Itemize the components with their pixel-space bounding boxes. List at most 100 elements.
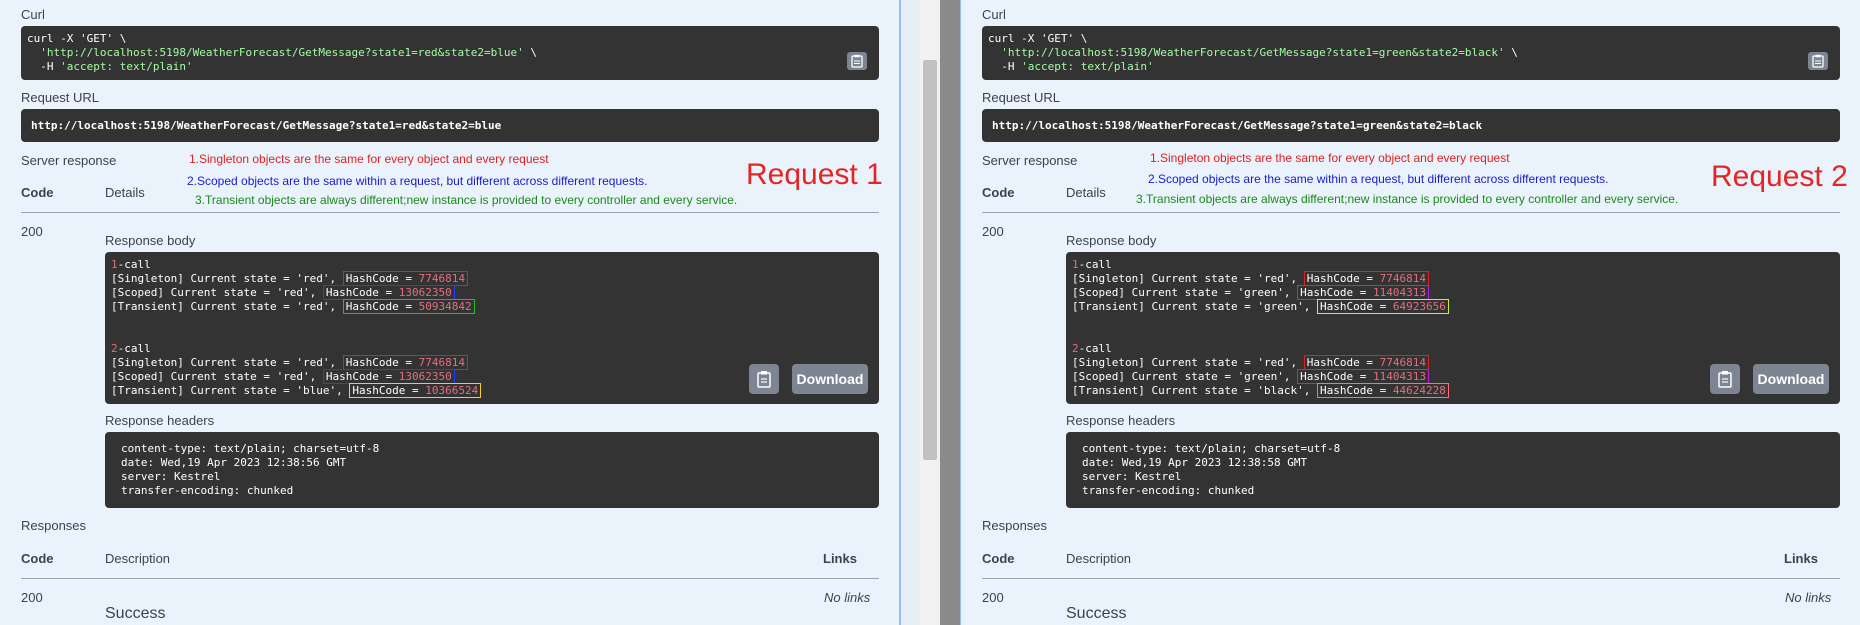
clipboard-icon (757, 371, 771, 388)
clipboard-icon (851, 54, 863, 68)
hash-value: 7746814 (1379, 272, 1427, 285)
divider (21, 212, 879, 213)
links-header: Links (823, 551, 857, 566)
hash-value: 11404313 (1373, 286, 1427, 299)
hash-label: HashCode = (345, 356, 419, 369)
divider (982, 578, 1840, 579)
copy-response-button[interactable] (749, 364, 779, 394)
curl-accept-header: 'accept: text/plain' (60, 60, 193, 73)
hash-value: 64923656 (1392, 300, 1446, 313)
singleton-line: [Singleton] Current state = 'red', (1072, 356, 1304, 369)
curl-label: Curl (21, 7, 45, 22)
panel-1-gutter (900, 0, 920, 625)
response-body-box[interactable]: 1-call [Singleton] Current state = 'red'… (1066, 252, 1840, 404)
curl-line-1: curl -X 'GET' \ (988, 32, 1088, 45)
response-headers-label: Response headers (105, 413, 215, 428)
transient-line: [Transient] Current state = 'black', (1072, 384, 1318, 397)
hash-highlight: HashCode = 11404313 (1297, 369, 1430, 384)
clipboard-icon (1718, 371, 1732, 388)
hash-value: 44624228 (1392, 384, 1446, 397)
description-header: Description (1066, 551, 1132, 566)
hash-label: HashCode = (1300, 286, 1374, 299)
transient-line: [Transient] Current state = 'red', (111, 300, 343, 313)
request-url-box[interactable]: http://localhost:5198/WeatherForecast/Ge… (21, 109, 879, 142)
hash-highlight: HashCode = 13062350 (322, 285, 455, 300)
singleton-line: [Singleton] Current state = 'red', (111, 272, 343, 285)
hash-highlight: HashCode = 7746814 (342, 271, 469, 286)
call-1-number: 1 (111, 258, 118, 271)
links-header: Links (1784, 551, 1818, 566)
scoped-line: [Scoped] Current state = 'green', (1072, 286, 1298, 299)
note-singleton: 1.Singleton objects are the same for eve… (1150, 151, 1510, 165)
request-url-label: Request URL (982, 90, 1061, 105)
hash-highlight: HashCode = 13062350 (322, 369, 455, 384)
no-links-text: No links (1785, 590, 1832, 605)
scrollbar-thumb[interactable] (923, 60, 937, 460)
responses-code-header: Code (982, 551, 1015, 566)
success-text: Success (105, 605, 166, 622)
scoped-line: [Scoped] Current state = 'green', (1072, 370, 1298, 383)
status-code: 200 (21, 224, 43, 239)
scoped-line: [Scoped] Current state = 'red', (111, 370, 323, 383)
request-url-text: http://localhost:5198/WeatherForecast/Ge… (31, 119, 502, 132)
request-title: Request 2 (1711, 160, 1848, 193)
hash-highlight: HashCode = 7746814 (342, 355, 469, 370)
request-url-box[interactable]: http://localhost:5198/WeatherForecast/Ge… (982, 109, 1840, 142)
header-transfer-encoding: transfer-encoding: chunked (1082, 484, 1255, 497)
no-links-text: No links (824, 590, 871, 605)
curl-line-2-suffix: \ (1504, 46, 1518, 59)
response-headers-box[interactable]: content-type: text/plain; charset=utf-8 … (105, 432, 879, 508)
note-scoped: 2.Scoped objects are the same within a r… (1148, 172, 1609, 186)
scrollbar[interactable] (920, 0, 940, 625)
transient-line: [Transient] Current state = 'green', (1072, 300, 1318, 313)
details-header: Details (105, 185, 145, 200)
header-date: date: Wed,19 Apr 2023 12:38:56 GMT (121, 456, 347, 469)
hash-value: 50934842 (418, 300, 472, 313)
response-body-label: Response body (105, 233, 196, 248)
hash-value: 7746814 (418, 356, 466, 369)
response-headers-label: Response headers (1066, 413, 1176, 428)
details-header: Details (1066, 185, 1106, 200)
hash-value: 7746814 (418, 272, 466, 285)
download-button[interactable]: Download (792, 364, 868, 394)
response-body-box[interactable]: 1-call [Singleton] Current state = 'red'… (105, 252, 879, 404)
code-header: Code (21, 185, 54, 200)
curl-accept-header: 'accept: text/plain' (1021, 60, 1154, 73)
note-scoped: 2.Scoped objects are the same within a r… (187, 174, 648, 188)
copy-curl-button[interactable] (847, 52, 867, 70)
request-url-label: Request URL (21, 90, 100, 105)
call-2-number: 2 (111, 342, 118, 355)
hash-value: 10366524 (425, 384, 479, 397)
header-server: server: Kestrel (121, 470, 221, 483)
hash-label: HashCode = (352, 384, 426, 397)
header-server: server: Kestrel (1082, 470, 1182, 483)
call-1-number: 1 (1072, 258, 1079, 271)
server-response-label: Server response (982, 153, 1078, 168)
hash-label: HashCode = (1306, 356, 1380, 369)
hash-highlight: HashCode = 11404313 (1297, 285, 1430, 300)
copy-response-button[interactable] (1710, 364, 1740, 394)
hash-label: HashCode = (325, 286, 399, 299)
description-header: Description (105, 551, 171, 566)
code-header: Code (982, 185, 1015, 200)
transient-line: [Transient] Current state = 'blue', (111, 384, 350, 397)
hash-value: 13062350 (398, 370, 452, 383)
divider (21, 578, 879, 579)
hash-highlight: HashCode = 7746814 (1303, 271, 1430, 286)
curl-header-flag: -H (27, 60, 61, 73)
swagger-panel-request-2: Curl curl -X 'GET' \ 'http://localhost:5… (960, 0, 1860, 625)
scoped-line: [Scoped] Current state = 'red', (111, 286, 323, 299)
hash-highlight: HashCode = 50934842 (342, 299, 475, 314)
hash-highlight: HashCode = 44624228 (1317, 383, 1449, 398)
hash-value: 7746814 (1379, 356, 1427, 369)
response-body-label: Response body (1066, 233, 1157, 248)
curl-codebox[interactable]: curl -X 'GET' \ 'http://localhost:5198/W… (982, 26, 1840, 80)
response-headers-box[interactable]: content-type: text/plain; charset=utf-8 … (1066, 432, 1840, 508)
hash-label: HashCode = (1306, 272, 1380, 285)
singleton-line: [Singleton] Current state = 'red', (1072, 272, 1304, 285)
download-button[interactable]: Download (1753, 364, 1829, 394)
copy-curl-button[interactable] (1808, 52, 1828, 70)
note-singleton: 1.Singleton objects are the same for eve… (189, 152, 549, 166)
curl-codebox[interactable]: curl -X 'GET' \ 'http://localhost:5198/W… (21, 26, 879, 80)
responses-label: Responses (21, 518, 87, 533)
